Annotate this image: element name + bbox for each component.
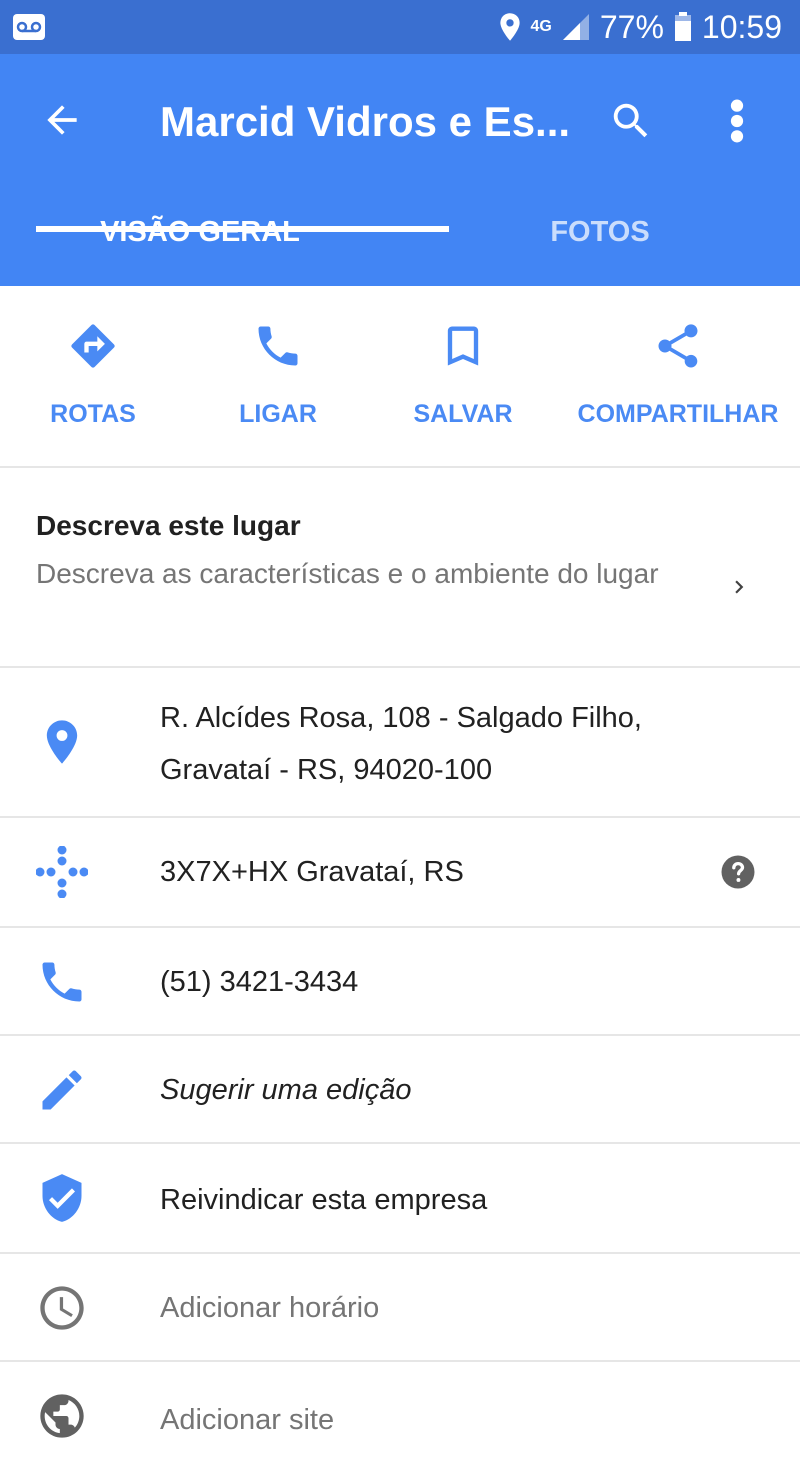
suggest-edit-row[interactable]: Sugerir uma edição xyxy=(0,1038,800,1144)
battery-percent: 77% xyxy=(599,8,664,45)
save-button[interactable]: SALVAR xyxy=(370,286,556,468)
share-label: COMPARTILHAR xyxy=(577,400,779,428)
plus-code-row[interactable]: 3X7X+HX Gravataí, RS xyxy=(0,820,800,928)
add-site-label: Adicionar site xyxy=(160,1404,335,1436)
clock-icon xyxy=(40,1286,84,1330)
phone-number: (51) 3421-3434 xyxy=(160,966,359,998)
more-options-icon[interactable] xyxy=(722,98,752,144)
place-title: Marcid Vidros e Es... xyxy=(160,98,571,145)
call-label: LIGAR xyxy=(239,400,317,428)
describe-subtitle: Descreva as características e o ambiente… xyxy=(36,558,659,589)
status-bar: 4G 77% 10:59 xyxy=(0,0,800,54)
describe-heading: Descreva este lugar xyxy=(36,510,301,541)
directions-button[interactable]: ROTAS xyxy=(0,286,186,468)
back-arrow-icon[interactable] xyxy=(40,98,84,142)
add-site-row[interactable]: Adicionar site xyxy=(0,1364,800,1470)
network-type: 4G xyxy=(530,18,552,35)
location-status-icon xyxy=(499,13,520,41)
voicemail-icon xyxy=(13,14,45,40)
suggest-edit-label: Sugerir uma edição xyxy=(160,1074,412,1106)
battery-icon xyxy=(674,12,691,41)
share-button[interactable]: COMPARTILHAR xyxy=(556,286,800,468)
app-bar: Marcid Vidros e Es... VISÃO GERAL FOTOS xyxy=(0,54,800,286)
address-line-1: R. Alcídes Rosa, 108 - Salgado Filho, xyxy=(160,702,642,734)
describe-place-card[interactable]: Descreva este lugar Descreva as caracter… xyxy=(0,470,800,668)
status-indicators: 4G 77% 10:59 xyxy=(499,8,782,46)
location-pin-icon xyxy=(46,720,78,764)
phone-icon xyxy=(258,326,298,366)
phone-icon xyxy=(42,962,82,1002)
address-row[interactable]: R. Alcídes Rosa, 108 - Salgado Filho, Gr… xyxy=(0,670,800,818)
directions-label: ROTAS xyxy=(50,400,136,428)
address-line-2: Gravataí - RS, 94020-100 xyxy=(160,754,493,786)
share-icon xyxy=(658,324,698,368)
claim-business-label: Reivindicar esta empresa xyxy=(160,1184,488,1216)
add-hours-label: Adicionar horário xyxy=(160,1292,380,1324)
phone-row[interactable]: (51) 3421-3434 xyxy=(0,930,800,1036)
clock: 10:59 xyxy=(701,8,782,45)
claim-business-row[interactable]: Reivindicar esta empresa xyxy=(0,1146,800,1254)
globe-icon xyxy=(40,1394,84,1438)
call-button[interactable]: LIGAR xyxy=(186,286,370,468)
help-icon[interactable] xyxy=(720,854,756,890)
tab-overview[interactable]: VISÃO GERAL xyxy=(0,200,400,286)
chevron-right-icon xyxy=(735,580,744,594)
plus-code-icon xyxy=(36,846,88,898)
save-label: SALVAR xyxy=(413,400,513,428)
pencil-icon xyxy=(42,1070,82,1110)
plus-code-text: 3X7X+HX Gravataí, RS xyxy=(160,856,464,888)
bookmark-icon xyxy=(447,326,479,366)
tab-bar: VISÃO GERAL FOTOS xyxy=(0,200,800,286)
search-icon[interactable] xyxy=(608,98,654,144)
directions-icon xyxy=(71,324,115,368)
signal-icon xyxy=(562,14,589,40)
verified-shield-icon xyxy=(42,1174,82,1222)
tab-indicator xyxy=(36,226,449,232)
add-hours-row[interactable]: Adicionar horário xyxy=(0,1256,800,1362)
action-bar: ROTAS LIGAR SALVAR COMPARTILHAR xyxy=(0,286,800,468)
tab-photos[interactable]: FOTOS xyxy=(400,200,800,286)
